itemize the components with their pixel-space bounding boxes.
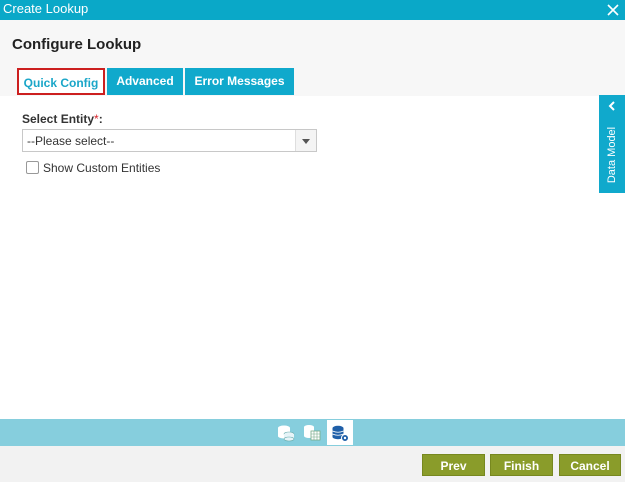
database-settings-icon	[332, 425, 349, 442]
chevron-left-icon[interactable]	[606, 100, 618, 112]
window-title: Create Lookup	[3, 1, 89, 16]
tab-advanced[interactable]: Advanced	[107, 68, 183, 95]
label-colon: :	[98, 112, 103, 126]
show-custom-entities-label: Show Custom Entities	[43, 161, 161, 175]
tab-error-messages[interactable]: Error Messages	[185, 68, 294, 95]
finish-button[interactable]: Finish	[490, 454, 553, 476]
entity-select[interactable]: --Please select--	[22, 129, 317, 152]
page-title: Configure Lookup	[12, 36, 142, 53]
select-entity-label-text: Select Entity	[22, 112, 95, 126]
select-entity-label: Select Entity*:	[22, 112, 103, 126]
data-model-panel-tab[interactable]: Data Model	[599, 95, 625, 193]
prev-button[interactable]: Prev	[422, 454, 485, 476]
cancel-button[interactable]: Cancel	[559, 454, 621, 476]
bottom-icon-strip	[0, 419, 625, 446]
chevron-down-icon[interactable]	[295, 130, 316, 151]
window-titlebar: Create Lookup	[0, 0, 625, 20]
data-model-label: Data Model	[606, 126, 618, 184]
close-icon[interactable]	[605, 2, 621, 18]
database-icon[interactable]	[276, 422, 296, 442]
show-custom-entities-checkbox[interactable]	[26, 161, 39, 174]
tab-quick-config[interactable]: Quick Config	[17, 68, 105, 95]
database-settings-tab[interactable]	[327, 420, 353, 445]
entity-select-value: --Please select--	[27, 134, 115, 148]
database-table-icon[interactable]	[302, 422, 322, 442]
